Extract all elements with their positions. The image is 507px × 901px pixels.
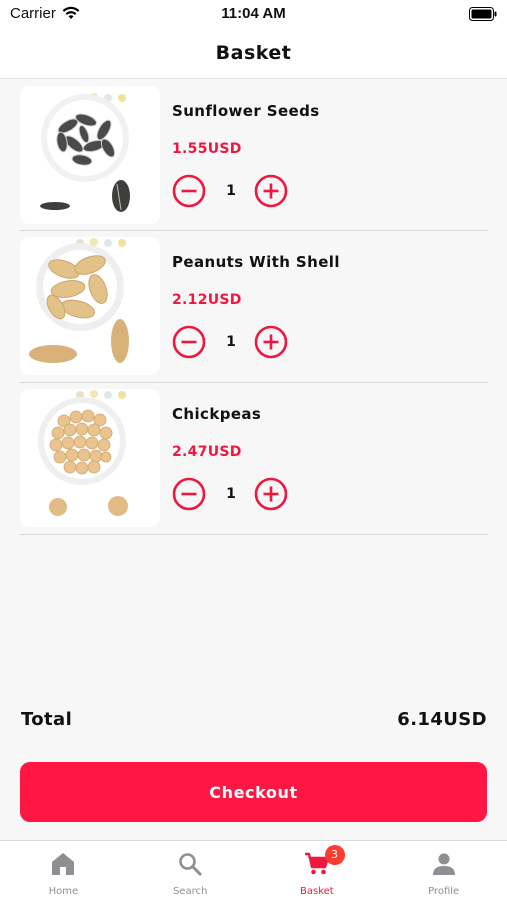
chickpeas-image [20,389,160,527]
search-icon [179,853,202,876]
tab-home[interactable]: Home [0,841,127,901]
home-icon [52,853,75,875]
basket-item: Peanuts With Shell 2.12USD 1 [20,231,488,383]
status-bar: Carrier 11:04 AM [0,0,507,30]
total-row: Total 6.14USD [20,709,487,735]
quantity-value: 1 [226,486,236,502]
total-value: 6.14USD [397,709,487,730]
tab-bar: Home Search 3 Basket Profile [0,840,507,901]
tab-label: Basket [300,886,334,897]
battery-icon [469,6,497,25]
increase-quantity-button[interactable] [254,477,288,511]
increase-quantity-button[interactable] [254,174,288,208]
decrease-quantity-button[interactable] [172,325,206,359]
decrease-quantity-button[interactable] [172,477,206,511]
item-name: Peanuts With Shell [172,253,340,271]
item-name: Sunflower Seeds [172,102,320,120]
minus-circle-icon [172,174,206,208]
item-name: Chickpeas [172,405,262,423]
quantity-value: 1 [226,183,236,199]
increase-quantity-button[interactable] [254,325,288,359]
page-title: Basket [215,42,292,64]
item-price: 2.12USD [172,292,242,308]
cart-count-badge: 3 [324,845,345,865]
checkout-button[interactable]: Checkout [20,762,487,822]
basket-list: Sunflower Seeds 1.55USD 1 Peanuts With S… [20,80,488,535]
tab-profile[interactable]: Profile [380,841,507,901]
tab-label: Home [48,886,79,897]
decrease-quantity-button[interactable] [172,174,206,208]
quantity-value: 1 [226,334,236,350]
item-price: 1.55USD [172,141,242,157]
tab-label: Profile [428,886,460,897]
tab-search[interactable]: Search [127,841,254,901]
plus-circle-icon [254,174,288,208]
person-icon [432,853,455,875]
item-price: 2.47USD [172,444,242,460]
tab-label: Search [172,886,208,897]
minus-circle-icon [172,477,206,511]
basket-item: Sunflower Seeds 1.55USD 1 [20,80,488,231]
peanuts-with-shell-image [20,237,160,375]
basket-item: Chickpeas 2.47USD 1 [20,383,488,535]
navigation-bar: Basket [0,30,507,79]
minus-circle-icon [172,325,206,359]
total-label: Total [21,709,73,730]
plus-circle-icon [254,325,288,359]
status-time: 11:04 AM [221,5,286,22]
plus-circle-icon [254,477,288,511]
sunflower-seeds-image [20,86,160,224]
tab-basket[interactable]: 3 Basket [254,841,381,901]
